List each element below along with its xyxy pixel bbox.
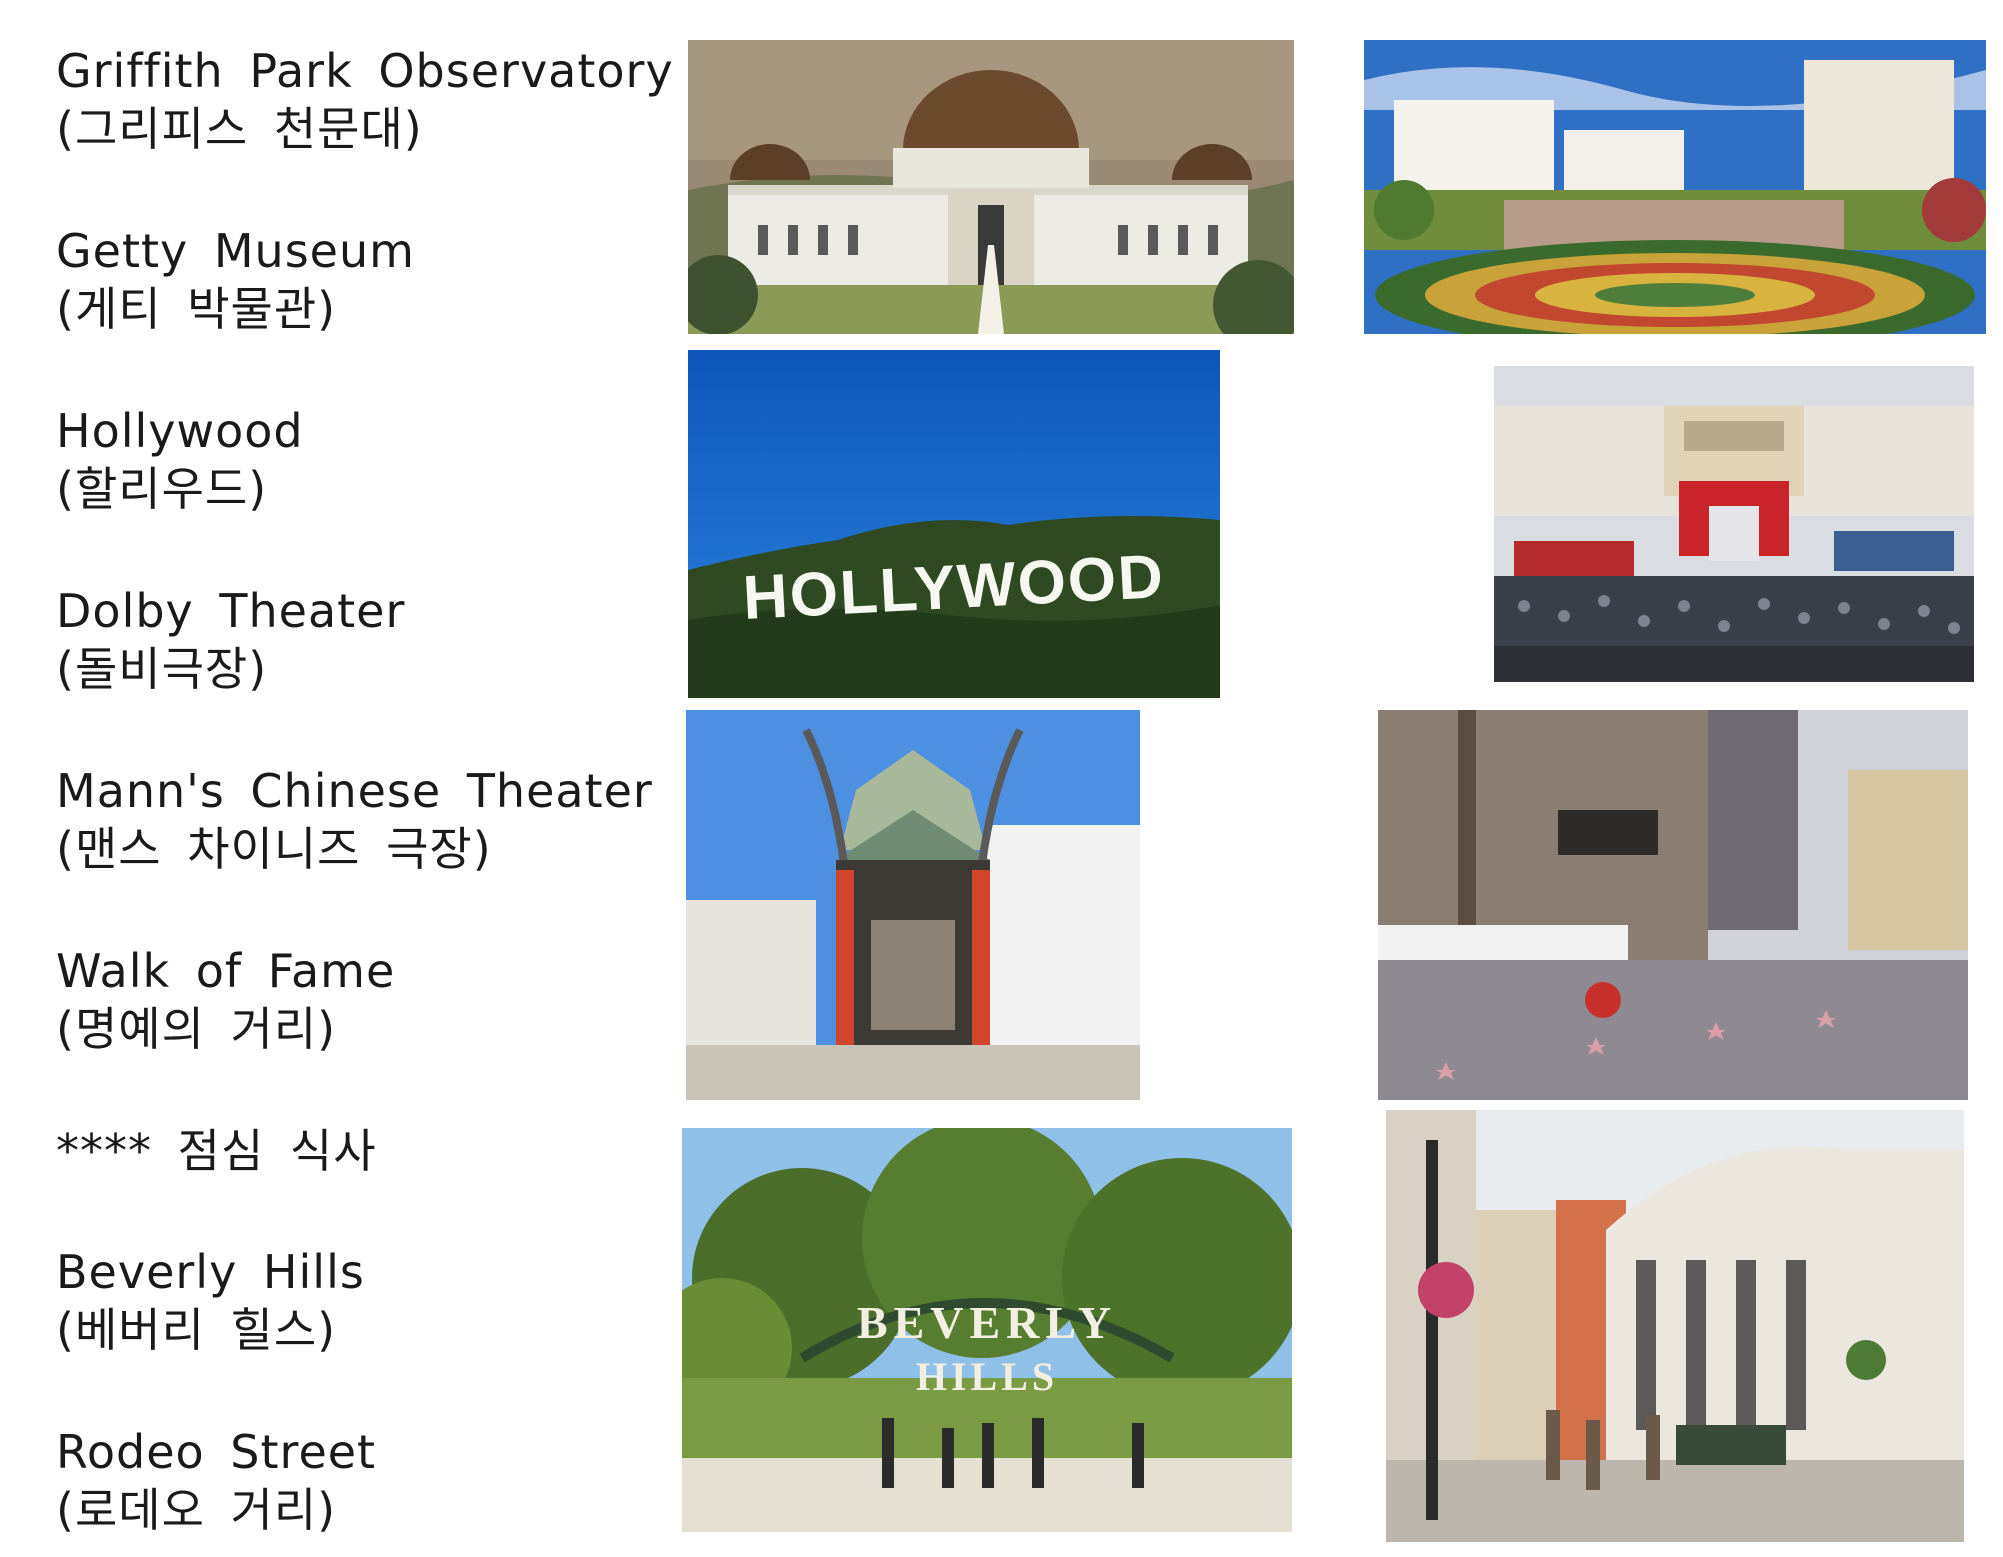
place-dolby: Dolby Theater (돌비극장)	[56, 582, 405, 698]
place-korean: (할리우드)	[56, 462, 268, 516]
beverly-sign-top: BEVERLY	[857, 1297, 1117, 1348]
place-beverly: Beverly Hills (베버리 힐스)	[56, 1243, 365, 1359]
place-manns: Mann's Chinese Theater (맨스 차이니즈 극장)	[56, 762, 653, 878]
griffith-observatory-photo	[688, 40, 1294, 334]
place-name: Mann's Chinese Theater	[56, 764, 653, 818]
place-korean: (돌비극장)	[56, 642, 268, 696]
place-korean: (맨스 차이니즈 극장)	[56, 822, 492, 876]
place-name: Rodeo Street	[56, 1425, 377, 1479]
place-getty: Getty Museum (게티 박물관)	[56, 222, 415, 338]
place-korean: (그리피스 천문대)	[56, 102, 423, 156]
place-name: Dolby Theater	[56, 584, 406, 638]
dolby-theater-photo	[1494, 366, 1974, 682]
place-name: Getty Museum	[56, 224, 415, 278]
getty-museum-photo	[1364, 40, 1986, 334]
beverly-hills-photo: BEVERLY HILLS	[682, 1128, 1292, 1532]
place-lunch: **** 점심 식사	[56, 1122, 377, 1180]
place-walk-of-fame: Walk of Fame (명예의 거리)	[56, 942, 395, 1058]
place-name: Hollywood	[56, 404, 304, 458]
walk-of-fame-photo	[1378, 710, 1968, 1100]
place-korean: (로데오 거리)	[56, 1483, 337, 1537]
chinese-theater-photo	[686, 710, 1140, 1100]
place-hollywood: Hollywood (할리우드)	[56, 402, 304, 518]
place-korean: (게티 박물관)	[56, 282, 337, 336]
place-name: Griffith Park Observatory	[56, 44, 674, 98]
place-name: Beverly Hills	[56, 1245, 365, 1299]
beverly-sign-bottom: HILLS	[916, 1354, 1058, 1399]
place-name: Walk of Fame	[56, 944, 396, 998]
place-korean: (명예의 거리)	[56, 1002, 337, 1056]
rodeo-street-photo	[1386, 1110, 1964, 1542]
place-name: **** 점심 식사	[56, 1124, 377, 1178]
place-rodeo: Rodeo Street (로데오 거리)	[56, 1423, 376, 1539]
hollywood-sign-photo: HOLLYWOOD	[688, 350, 1220, 698]
place-korean: (베버리 힐스)	[56, 1303, 337, 1357]
place-griffith: Griffith Park Observatory (그리피스 천문대)	[56, 42, 674, 158]
